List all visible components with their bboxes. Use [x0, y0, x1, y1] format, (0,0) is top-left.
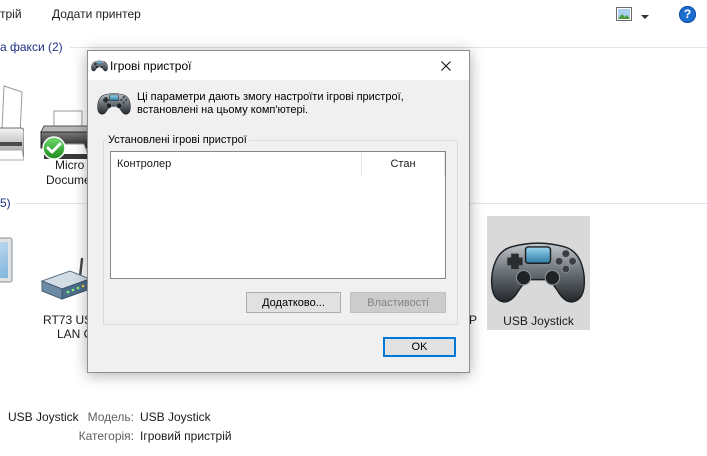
add-device-button[interactable]: трій	[0, 7, 22, 21]
advanced-button[interactable]: Додатково...	[246, 292, 341, 313]
command-bar: трій Додати принтер ?	[0, 0, 707, 30]
dialog-description-line-1: Ці параметри дають змогу настроїти ігров…	[137, 91, 404, 103]
dialog-close-button[interactable]	[423, 51, 469, 80]
view-options-icon	[616, 7, 632, 21]
details-category-value: Ігровий пристрій	[140, 429, 232, 443]
printers-section-header[interactable]: а факси (2)	[0, 40, 63, 54]
device-item-usb-joystick[interactable]: USB Joystick	[487, 216, 590, 330]
details-device-name: USB Joystick	[8, 410, 79, 424]
controllers-list-header: Контролер Стан	[111, 152, 445, 176]
close-icon	[441, 61, 451, 71]
details-model-label: Модель:	[87, 410, 134, 424]
monitor-icon	[0, 237, 13, 283]
properties-button[interactable]: Властивості	[350, 292, 446, 313]
dialog-title-bar[interactable]: Ігрові пристрої	[88, 51, 469, 80]
gamepad-icon	[97, 88, 131, 118]
printers-section-divider	[70, 47, 707, 48]
details-pane: USB Joystick Модель: USB Joystick Катего…	[0, 398, 707, 456]
column-header-controller[interactable]: Контролер	[111, 152, 362, 176]
details-category-label: Категорія:	[78, 429, 134, 443]
change-view-button[interactable]	[616, 7, 632, 21]
dialog-description-line-2: встановлені на цьому комп'ютері.	[137, 104, 309, 116]
column-header-status[interactable]: Стан	[362, 152, 445, 176]
gamepad-icon	[91, 59, 108, 72]
chevron-down-icon	[641, 15, 649, 19]
add-printer-button[interactable]: Додати принтер	[52, 7, 141, 21]
view-options-dropdown[interactable]	[639, 9, 651, 19]
router-icon	[40, 257, 92, 300]
dialog-title: Ігрові пристрої	[110, 59, 192, 73]
fax-icon	[0, 85, 25, 161]
hidden-device-label[interactable]: P	[469, 313, 477, 327]
printer-label-line-2: Docume	[46, 173, 91, 187]
printer-label-line-1: Micro	[55, 158, 85, 172]
device-item-monitor[interactable]	[0, 236, 14, 308]
controllers-list[interactable]: Контролер Стан	[110, 151, 446, 279]
joystick-label: USB Joystick	[503, 314, 574, 328]
help-icon: ?	[683, 7, 692, 21]
controllers-list-body[interactable]	[111, 176, 445, 278]
default-printer-check-icon	[42, 136, 66, 160]
gamepad-icon	[490, 235, 586, 305]
game-controllers-dialog: Ігрові пристрої Ці параметри дають змогу…	[87, 50, 470, 373]
installed-controllers-group-label: Установлені ігрові пристрої	[106, 133, 249, 147]
fax-device-item[interactable]	[0, 84, 25, 162]
ok-button[interactable]: OK	[383, 337, 456, 357]
devices-section-header[interactable]: 5)	[0, 196, 11, 210]
details-model-value: USB Joystick	[140, 410, 211, 424]
help-button[interactable]: ?	[679, 6, 696, 23]
